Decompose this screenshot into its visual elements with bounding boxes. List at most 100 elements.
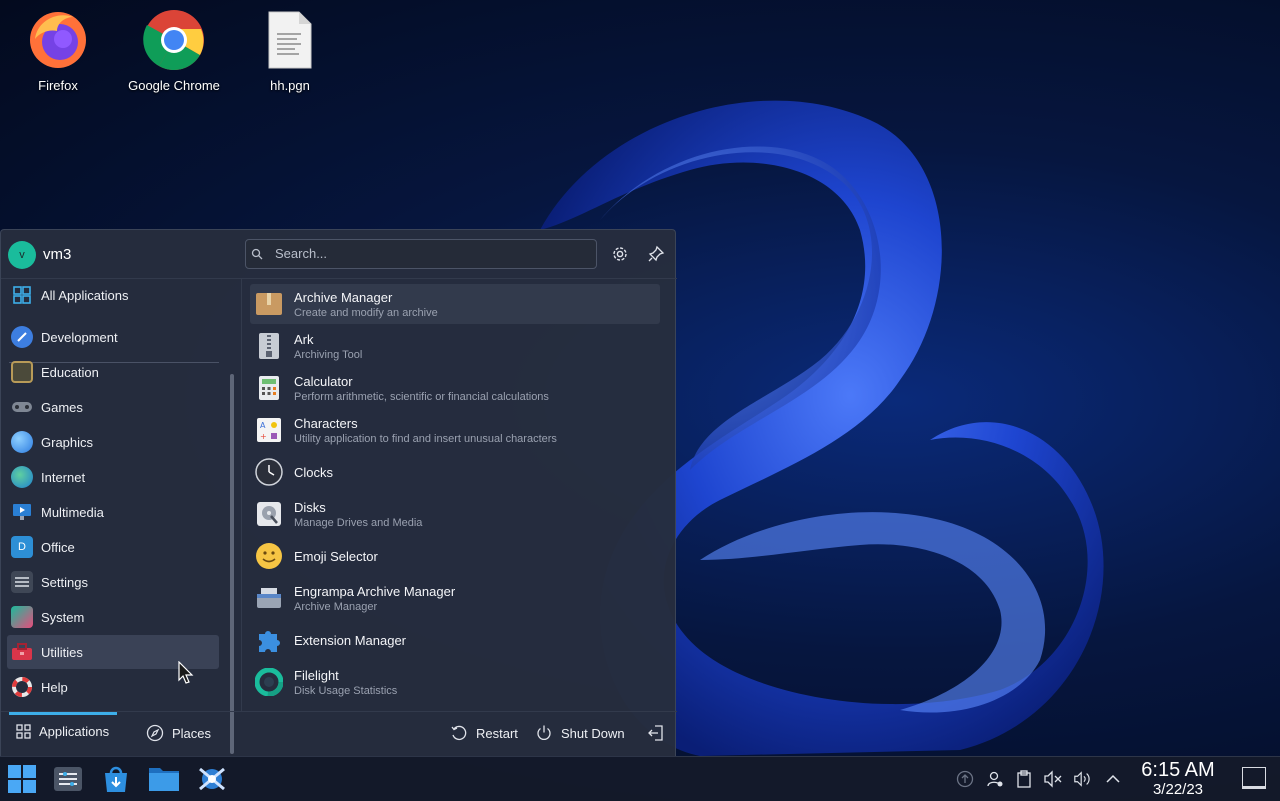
characters-icon: A + — [254, 415, 284, 445]
app-description: Disk Usage Statistics — [294, 684, 398, 697]
app-item-calculator[interactable]: Calculator Perform arithmetic, scientific… — [250, 368, 660, 408]
category-internet[interactable]: Internet — [7, 460, 219, 494]
configure-button[interactable] — [610, 244, 630, 264]
app-name: Ark — [294, 331, 314, 347]
app-item-ark[interactable]: Ark Archiving Tool — [250, 326, 660, 366]
shutdown-button[interactable]: Shut Down — [535, 724, 625, 742]
app-description: Archive Manager — [294, 600, 378, 613]
category-games[interactable]: Games — [7, 390, 219, 424]
emoji-icon — [254, 541, 284, 571]
category-scrollbar[interactable] — [230, 374, 234, 754]
category-settings[interactable]: Settings — [7, 565, 219, 599]
tray-updates[interactable] — [955, 769, 975, 789]
category-label: Games — [41, 399, 83, 415]
application-launcher: v vm3 Search... All Applications Develop… — [0, 229, 677, 756]
taskbar-network-app[interactable] — [196, 763, 228, 795]
tray-volume[interactable] — [1073, 769, 1093, 789]
multimedia-icon — [11, 501, 33, 523]
system-icon — [11, 606, 33, 628]
compass-icon — [146, 724, 164, 742]
app-description: Utility application to find and insert u… — [294, 432, 557, 445]
taskbar-file-manager[interactable] — [148, 763, 180, 795]
chevron-up-icon — [1106, 774, 1120, 783]
grid-icon — [11, 284, 33, 306]
filelight-icon — [254, 667, 284, 697]
category-label: Internet — [41, 469, 86, 485]
category-education[interactable]: Education — [7, 355, 219, 389]
app-list: Archive Manager Create and modify an arch… — [241, 278, 672, 711]
toolbox-icon — [11, 641, 33, 663]
logout-icon — [648, 725, 663, 741]
app-item-disks[interactable]: Disks Manage Drives and Media — [250, 494, 660, 534]
clock-icon — [254, 457, 284, 487]
category-graphics[interactable]: Graphics — [7, 425, 219, 459]
disk-icon — [254, 499, 284, 529]
system-settings-icon — [54, 767, 82, 791]
app-name: Extension Manager — [294, 632, 407, 648]
updates-icon — [956, 770, 974, 788]
network-app-icon — [199, 767, 225, 791]
desktop-icon-label: Firefox — [38, 78, 78, 93]
tray-expand[interactable] — [1103, 769, 1123, 789]
category-development[interactable]: Development — [7, 320, 219, 354]
desktop-icon-firefox[interactable]: Firefox — [3, 8, 113, 93]
avatar[interactable]: v — [8, 241, 36, 269]
education-icon — [11, 361, 33, 383]
desktop-icon-hh-pgn[interactable]: hh.pgn — [235, 8, 345, 93]
logout-button[interactable] — [647, 724, 673, 742]
app-name: Clocks — [294, 464, 334, 480]
taskbar-store[interactable] — [100, 763, 132, 795]
show-desktop-button[interactable] — [1242, 767, 1266, 789]
app-item-archive-manager[interactable]: Archive Manager Create and modify an arch… — [250, 284, 660, 324]
launcher-header: v vm3 Search... — [1, 230, 677, 279]
clipboard-icon — [1017, 770, 1031, 788]
app-item-emoji-selector[interactable]: Emoji Selector — [250, 536, 660, 576]
category-label: Education — [41, 364, 99, 380]
category-all-applications[interactable]: All Applications — [7, 278, 219, 312]
development-icon — [11, 326, 33, 348]
tab-label: Applications — [39, 724, 110, 739]
search-input[interactable]: Search... — [245, 239, 597, 269]
mouse-cursor-icon — [178, 661, 194, 684]
clock-time[interactable]: 6:15 AM — [1136, 759, 1220, 782]
settings-icon — [11, 571, 33, 593]
globe-icon — [11, 466, 33, 488]
app-item-engrampa[interactable]: Engrampa Archive Manager Archive Manager — [250, 578, 660, 618]
taskbar: 6:15 AM 3/22/23 — [0, 756, 1280, 801]
app-item-extension-manager[interactable]: Extension Manager — [250, 620, 660, 660]
text-file-icon — [258, 8, 322, 72]
shutdown-label: Shut Down — [561, 725, 625, 741]
pin-button[interactable] — [646, 244, 666, 264]
app-item-clocks[interactable]: Clocks — [250, 452, 660, 492]
category-list: All Applications Development Education G… — [1, 278, 239, 754]
category-multimedia[interactable]: Multimedia — [7, 495, 219, 529]
app-item-filelight[interactable]: Filelight Disk Usage Statistics — [250, 662, 660, 702]
category-label: All Applications — [41, 287, 129, 303]
app-item-characters[interactable]: A + Characters Utility application to find… — [250, 410, 660, 450]
app-description: Create and modify an archive — [294, 306, 438, 319]
archive-box-icon — [254, 289, 284, 319]
tray-clipboard[interactable] — [1014, 769, 1034, 789]
restart-button[interactable]: Restart — [450, 724, 518, 742]
category-label: Multimedia — [41, 504, 104, 520]
grid-icon — [16, 724, 31, 739]
desktop-icon-chrome[interactable]: Google Chrome — [119, 8, 229, 93]
desktop-icon-label: Google Chrome — [128, 78, 220, 93]
category-system[interactable]: System — [7, 600, 219, 634]
taskbar-system-settings[interactable] — [52, 763, 84, 795]
svg-text:A: A — [260, 421, 266, 430]
tray-microphone[interactable] — [1043, 769, 1063, 789]
app-name: Emoji Selector — [294, 548, 378, 564]
clock-date[interactable]: 3/22/23 — [1136, 781, 1220, 798]
tab-applications[interactable]: Applications — [16, 724, 109, 739]
start-menu-button[interactable] — [6, 763, 38, 795]
category-label: Settings — [41, 574, 88, 590]
active-tab-indicator — [9, 712, 117, 715]
tab-places[interactable]: Places — [146, 724, 211, 742]
category-office[interactable]: D Office — [7, 530, 219, 564]
tab-label: Places — [172, 725, 212, 741]
tray-user-switch[interactable] — [985, 769, 1005, 789]
app-name: Engrampa Archive Manager — [294, 583, 456, 599]
firefox-icon — [26, 8, 90, 72]
puzzle-icon — [254, 625, 284, 655]
